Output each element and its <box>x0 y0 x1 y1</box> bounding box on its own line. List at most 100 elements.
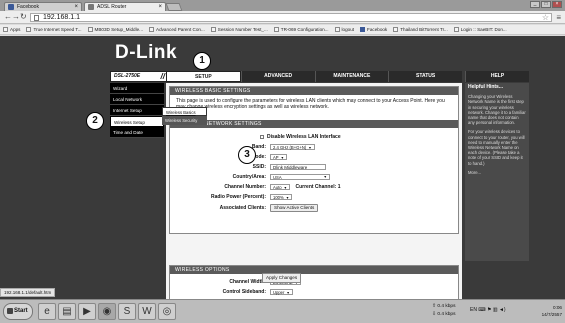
country-row: Country/Area: USA ▼ <box>170 173 458 181</box>
back-arrow-icon[interactable]: ← <box>4 13 12 21</box>
ssid-input[interactable]: Dlink Middleware <box>270 164 326 170</box>
section-heading: WIRELESS BASIC SETTINGS <box>170 87 458 95</box>
download-speed: ⇩ 0.4 kbps <box>432 312 456 317</box>
control-sideband-select[interactable]: Upper ▼ <box>270 289 293 295</box>
system-tray: EN ⌨ ⚑ ▥ ◄) <box>470 307 506 313</box>
setup-sidebar: Wizard Local Network Internet Setup Wire… <box>110 83 164 138</box>
control-sideband-row: Control Sideband: Upper ▼ <box>170 288 458 296</box>
help-paragraph: Changing your Wireless Network Name is t… <box>468 94 526 126</box>
maximize-icon[interactable]: □ <box>541 1 551 8</box>
reload-icon[interactable]: ↻ <box>20 13 27 21</box>
sidebar-item-wireless-setup[interactable]: Wireless Setup <box>110 116 164 127</box>
tab-status[interactable]: STATUS <box>388 71 462 82</box>
dropdown-caret-icon: ▼ <box>308 146 312 150</box>
help-more-link[interactable]: More... <box>468 170 526 175</box>
radio-power-select[interactable]: 100% ▼ <box>270 194 293 200</box>
help-title: Helpful Hints... <box>468 84 503 90</box>
keyboard-icon[interactable]: ⌨ <box>478 307 485 313</box>
helpful-hints-panel: Helpful Hints... Changing your Wireless … <box>465 83 529 261</box>
page-icon <box>453 27 459 32</box>
bookmark-item[interactable]: MB03D Setup_Middle... <box>87 27 143 32</box>
dropdown-caret-icon: ▼ <box>280 156 285 160</box>
tab-adsl-router[interactable]: ADSL Router × <box>84 2 166 11</box>
country-select[interactable]: USA ▼ <box>270 174 330 180</box>
show-active-clients-button[interactable]: Show Active Clients <box>270 204 319 212</box>
browser-menu-icon[interactable]: ≡ <box>556 13 561 22</box>
word-icon[interactable]: W <box>138 303 156 320</box>
band-select[interactable]: 2.4 GHz (B+G+N) ▼ <box>270 144 315 150</box>
ie-icon[interactable]: e <box>38 303 56 320</box>
close-tab-icon[interactable]: × <box>158 3 162 11</box>
section-heading: WIRELESS OPTIONS <box>170 266 458 274</box>
page-icon <box>210 27 216 32</box>
status-url-bubble: 192.168.1.1/default.htm <box>0 288 56 297</box>
facebook-favicon-icon <box>8 4 14 10</box>
wireless-basic-settings-panel: WIRELESS BASIC SETTINGS This page is use… <box>169 86 459 234</box>
folder-icon[interactable]: ▤ <box>58 303 76 320</box>
media-player-icon[interactable]: ▶ <box>78 303 96 320</box>
sidebar-item-time-and-date[interactable]: Time and Date <box>110 127 164 138</box>
language-indicator[interactable]: EN <box>470 307 477 313</box>
disable-wlan-row: Disable Wireless LAN Interface <box>170 133 458 141</box>
tab-advanced[interactable]: ADVANCED <box>240 71 315 82</box>
bookmark-item[interactable]: TR-069 Configuration... <box>273 27 329 32</box>
address-bar[interactable]: 192.168.1.1 <box>30 13 552 22</box>
disable-wlan-checkbox[interactable] <box>260 135 264 139</box>
apply-changes-button[interactable]: Apply Changes <box>262 273 302 283</box>
flag-icon[interactable]: ⚑ <box>487 307 491 313</box>
model-label: DSL-2750E // <box>110 71 168 82</box>
subsection-heading: WIRELESS NETWORK SETTINGS <box>170 120 458 128</box>
sidebar-item-wizard[interactable]: Wizard <box>110 83 164 94</box>
network-icon[interactable]: ▥ <box>493 307 498 313</box>
submenu-wireless-security[interactable]: Wireless Security <box>162 116 207 125</box>
page-icon <box>26 27 32 32</box>
close-tab-icon[interactable]: × <box>74 3 78 11</box>
bookmark-item[interactable]: logout <box>334 27 354 32</box>
annotation-marker-2: 2 <box>86 112 104 130</box>
channel-select[interactable]: Auto ▼ <box>270 184 291 190</box>
sidebar-item-local-network[interactable]: Local Network <box>110 94 164 105</box>
start-button[interactable]: Start <box>3 303 33 320</box>
band-row: Band: 2.4 GHz (B+G+N) ▼ <box>170 143 458 151</box>
bookmark-item[interactable]: True Internet Speed T... <box>26 27 82 32</box>
dropdown-caret-icon: ▼ <box>286 291 290 295</box>
window-close-icon[interactable]: × <box>552 1 562 8</box>
bookmark-item[interactable]: Advanced Parent Con... <box>149 27 205 32</box>
tab-label: ADSL Router <box>97 4 127 10</box>
dropdown-caret-icon: ▼ <box>285 196 290 200</box>
browser-tab-bar: Facebook × ADSL Router × _ □ × <box>0 0 565 11</box>
dropdown-caret-icon: ▼ <box>323 175 327 179</box>
channel-width-label: Channel Width: <box>229 279 266 285</box>
minimize-icon[interactable]: _ <box>530 1 540 8</box>
tab-help[interactable]: HELP <box>465 71 529 82</box>
bookmark-apps[interactable]: Apps <box>3 27 20 32</box>
tab-label: Facebook <box>17 4 39 10</box>
page-icon <box>34 15 39 21</box>
bookmarks-bar: Apps True Internet Speed T... MB03D Setu… <box>0 25 565 35</box>
associated-clients-label: Associated Clients: <box>219 205 266 211</box>
bookmark-item[interactable]: Session Number Test_... <box>210 27 268 32</box>
sidebar-item-internet-setup[interactable]: Internet Setup <box>110 105 164 116</box>
associated-clients-row: Associated Clients: Show Active Clients <box>170 204 458 212</box>
forward-arrow-icon[interactable]: → <box>12 13 20 21</box>
radio-power-label: Radio Power (Percent): <box>210 194 266 200</box>
submenu-wireless-basics[interactable]: Wireless Basics <box>162 107 207 116</box>
help-paragraph: For your wireless devices to connect to … <box>468 129 525 166</box>
model-slashes: // <box>160 72 165 81</box>
tab-maintenance[interactable]: MAINTENANCE <box>314 71 389 82</box>
mode-select[interactable]: AP ▼ <box>270 154 288 160</box>
dlink-logo: D-Link <box>115 42 178 63</box>
system-clock[interactable]: 0:06 14/7/2557 <box>542 304 562 318</box>
bookmark-facebook[interactable]: Facebook <box>360 27 387 32</box>
bookmark-star-icon[interactable]: ☆ <box>542 13 549 22</box>
browser-app-icon[interactable]: ◎ <box>158 303 176 320</box>
tab-setup[interactable]: SETUP <box>166 71 241 82</box>
chrome-icon[interactable]: ◉ <box>98 303 116 320</box>
skype-icon[interactable]: S <box>118 303 136 320</box>
tab-facebook[interactable]: Facebook × <box>4 2 82 11</box>
bookmark-item[interactable]: Thailand BitTorrent Tr... <box>393 27 448 32</box>
ssid-label: SSID: <box>252 164 266 170</box>
volume-icon[interactable]: ◄) <box>499 307 506 313</box>
new-tab-button[interactable] <box>165 3 183 11</box>
bookmark-item[interactable]: Login :: SaeBIT: Don... <box>453 27 507 32</box>
